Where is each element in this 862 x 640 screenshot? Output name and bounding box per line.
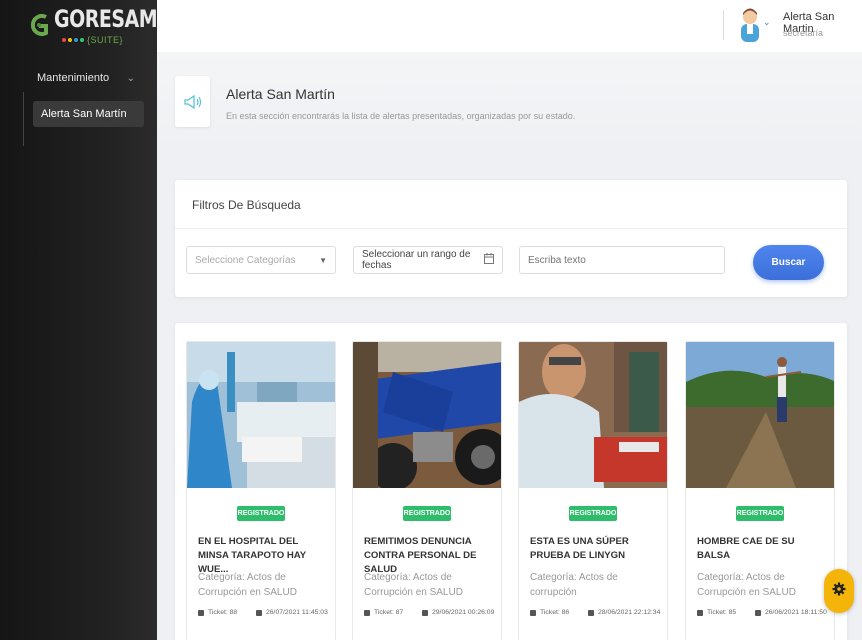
category-select-value: Seleccione Categorías xyxy=(195,254,296,266)
card-title: EN EL HOSPITAL DEL MINSA TARAPOTO HAY WU… xyxy=(198,536,307,575)
calendar-icon xyxy=(588,609,594,616)
card-meta: Ticket: 87 29/06/2021 00:26:09 xyxy=(364,609,497,616)
gear-icon xyxy=(832,582,846,601)
alert-card[interactable]: REGISTRADO EN EL HOSPITAL DEL MINSA TARA… xyxy=(186,341,336,640)
river-boat-photo xyxy=(686,342,834,488)
card-date: 28/06/2021 22:12:34 xyxy=(598,609,661,616)
nav-tree-line xyxy=(23,92,24,146)
card-title: ESTA ES UNA SÚPER PRUEBA DE LINYGN xyxy=(530,536,629,561)
chevron-down-icon[interactable]: ⌄ xyxy=(763,17,771,28)
status-badge: REGISTRADO xyxy=(569,506,617,521)
user-avatar[interactable] xyxy=(737,6,763,42)
card-ticket: Ticket: 85 xyxy=(707,609,737,616)
card-date: 26/06/2021 18:11:50 xyxy=(765,609,827,616)
topbar-divider xyxy=(723,10,724,40)
topbar: ⌄ Alerta San Martin secretaría xyxy=(157,0,862,52)
sidebar-group-label: Mantenimiento xyxy=(37,72,110,84)
status-badge: REGISTRADO xyxy=(237,506,285,521)
status-badge: REGISTRADO xyxy=(403,506,451,521)
sidebar: GORESAM {SUITE} Mantenimiento ⌄ Alerta S… xyxy=(0,0,158,640)
page-title: Alerta San Martín xyxy=(226,86,335,102)
card-ticket: Ticket: 87 xyxy=(374,609,404,616)
brand-logo[interactable]: GORESAM {SUITE} xyxy=(0,0,158,52)
brand-suite: {SUITE} xyxy=(87,34,124,45)
sidebar-item-alerta-san-martin[interactable]: Alerta San Martín xyxy=(33,101,144,127)
card-date: 29/06/2021 00:26:09 xyxy=(432,609,495,616)
card-date: 26/07/2021 11:45:03 xyxy=(266,609,328,616)
sidebar-group-mantenimiento[interactable]: Mantenimiento ⌄ xyxy=(0,64,157,92)
sidebar-nav: Mantenimiento ⌄ Alerta San Martín xyxy=(0,64,157,146)
ticket-icon xyxy=(697,609,703,616)
ticket-icon xyxy=(364,609,370,616)
caret-down-icon: ▼ xyxy=(319,255,327,265)
card-title: REMITIMOS DENUNCIA CONTRA PERSONAL DE SA… xyxy=(364,536,477,575)
card-title: HOMBRE CAE DE SU BALSA xyxy=(697,536,795,561)
card-category: Categoría: Actos de corrupción xyxy=(530,572,618,598)
motorcycle-photo xyxy=(353,342,501,488)
calendar-icon xyxy=(755,609,761,616)
page-header: Alerta San Martín En esta sección encont… xyxy=(157,52,862,154)
user-role: secretaría xyxy=(783,28,824,38)
chevron-down-icon: ⌄ xyxy=(126,72,135,84)
sidebar-item-label: Alerta San Martín xyxy=(41,108,127,120)
status-badge: REGISTRADO xyxy=(736,506,784,521)
card-category: Categoría: Actos de Corrupción en SALUD xyxy=(364,572,463,598)
filters-title: Filtros De Búsqueda xyxy=(192,198,301,212)
search-button[interactable]: Buscar xyxy=(753,245,824,280)
card-ticket: Ticket: 88 xyxy=(208,609,238,616)
calendar-icon xyxy=(256,609,262,616)
brand-name: GORESAM xyxy=(54,5,158,33)
calendar-icon xyxy=(484,253,494,267)
ticket-icon xyxy=(198,609,204,616)
alert-card[interactable]: REGISTRADO ESTA ES UNA SÚPER PRUEBA DE L… xyxy=(518,341,668,640)
alert-card[interactable]: REGISTRADO HOMBRE CAE DE SU BALSA Catego… xyxy=(685,341,835,640)
card-category: Categoría: Actos de Corrupción en SALUD xyxy=(697,572,796,598)
alerts-grid: REGISTRADO EN EL HOSPITAL DEL MINSA TARA… xyxy=(175,323,847,640)
page-subtitle: En esta sección encontrarás la lista de … xyxy=(226,111,576,121)
megaphone-icon xyxy=(175,76,210,127)
search-text-input[interactable] xyxy=(519,246,725,274)
hospital-photo xyxy=(187,342,335,488)
card-meta: Ticket: 86 28/06/2021 22:12:34 xyxy=(530,609,663,616)
card-ticket: Ticket: 86 xyxy=(540,609,570,616)
ticket-icon xyxy=(530,609,536,616)
alert-card[interactable]: REGISTRADO REMITIMOS DENUNCIA CONTRA PER… xyxy=(352,341,502,640)
man-photo xyxy=(519,342,667,488)
date-range-picker[interactable]: Seleccionar un rango de fechas xyxy=(353,246,503,274)
search-filters-card: Filtros De Búsqueda Seleccione Categoría… xyxy=(175,180,847,297)
calendar-icon xyxy=(422,609,428,616)
settings-fab[interactable] xyxy=(824,569,854,613)
brand-dots xyxy=(62,38,84,42)
category-select[interactable]: Seleccione Categorías ▼ xyxy=(186,246,336,274)
logo-g-icon xyxy=(28,11,50,41)
card-category: Categoría: Actos de Corrupción en SALUD xyxy=(198,572,297,598)
filters-divider xyxy=(175,228,847,229)
card-meta: Ticket: 85 26/06/2021 18:11:50 xyxy=(697,609,830,616)
date-range-value: Seleccionar un rango de fechas xyxy=(362,249,471,271)
card-meta: Ticket: 88 26/07/2021 11:45:03 xyxy=(198,609,331,616)
